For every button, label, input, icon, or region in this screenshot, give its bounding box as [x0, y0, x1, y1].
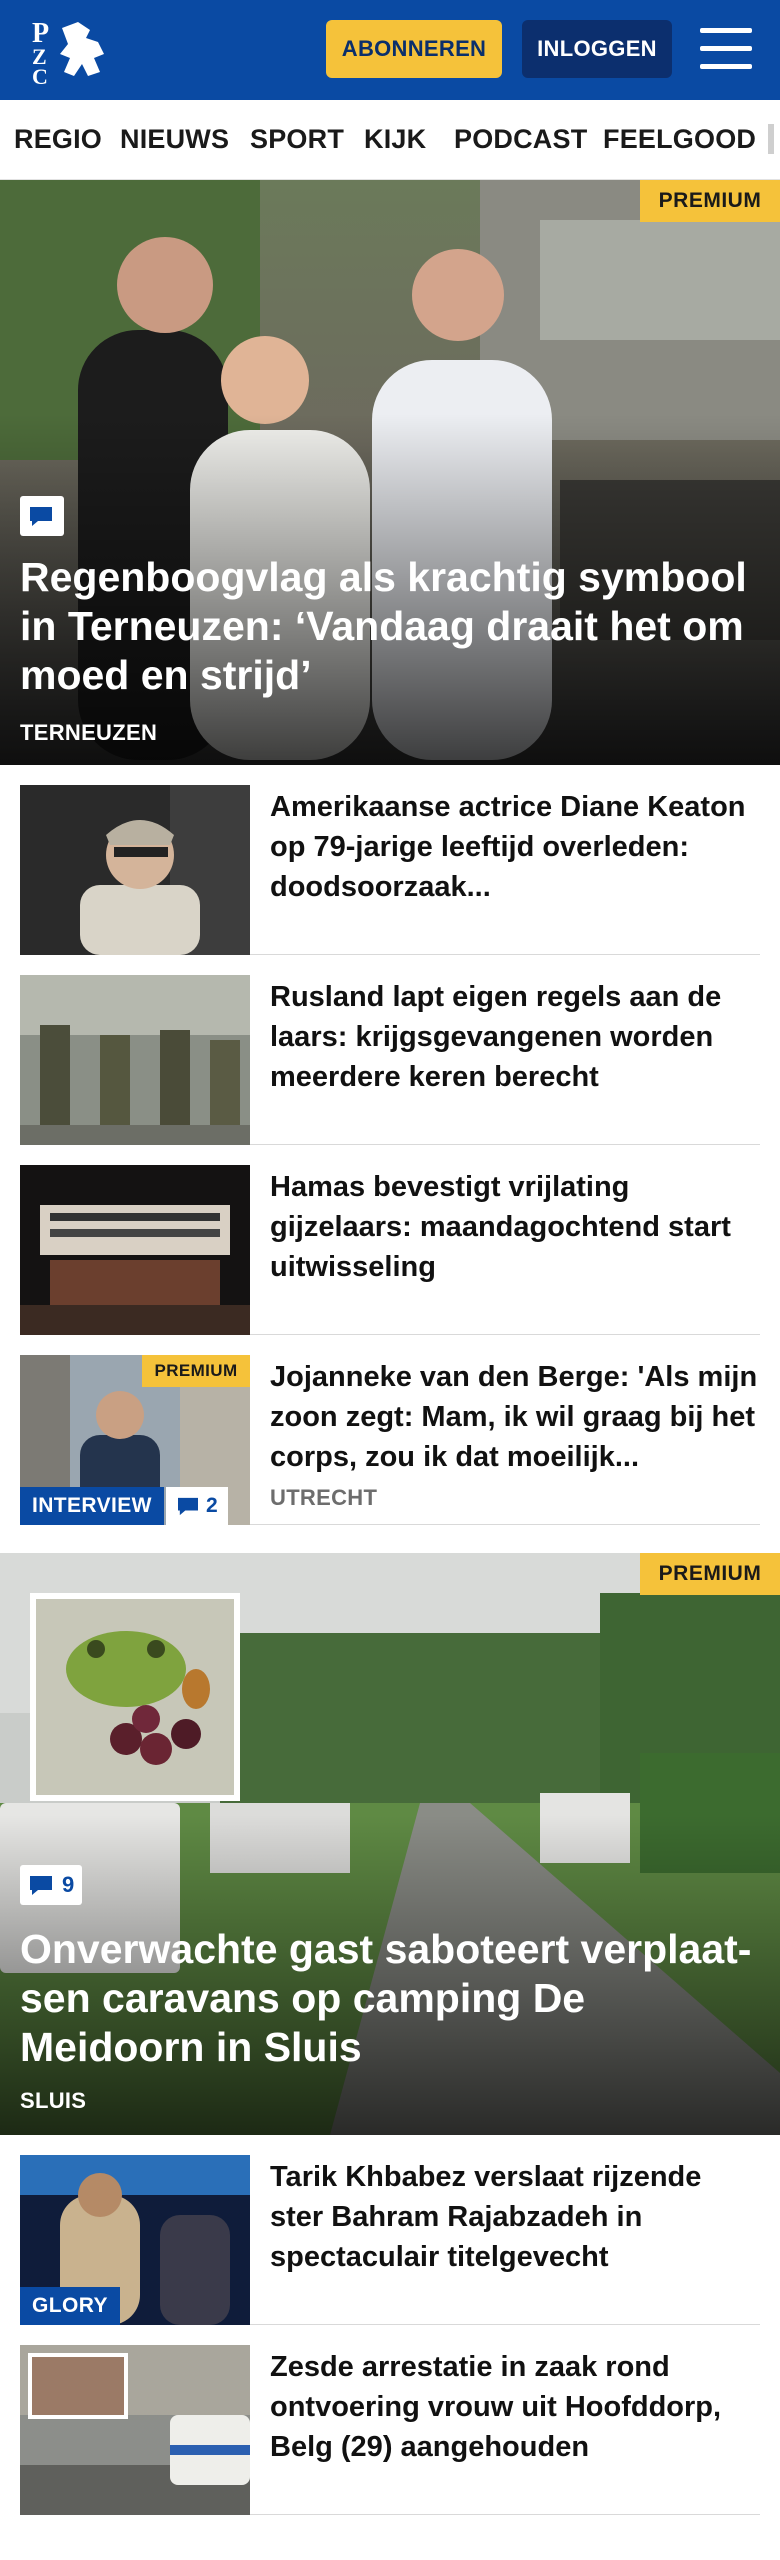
hero-article-camping[interactable]: PREMIUM 9 Onverwachte gast saboteert ver… [0, 1553, 780, 2135]
comment-count: 2 [206, 1494, 218, 1517]
hero-location: SLUIS [20, 2088, 87, 2113]
nav-item-podcast[interactable]: PODCAST [454, 124, 587, 155]
section-nav: REGIO NIEUWS SPORT KIJK PODCAST FEELGOOD [0, 100, 780, 180]
list-item[interactable]: PREMIUM INTERVIEW 2 Jojanneke van den Be… [20, 1335, 760, 1525]
hero-title[interactable]: Regenboogvlag als krachtig symbool in Te… [20, 553, 760, 700]
comment-bubble-icon [30, 1876, 52, 1895]
article-title[interactable]: Amerikaanse actrice Diane Keaton op 79-j… [270, 787, 760, 907]
article-title[interactable]: Hamas bevestigt vrijlating gijzelaars: m… [270, 1167, 760, 1287]
nav-item-regio[interactable]: REGIO [14, 124, 102, 155]
article-thumbnail [20, 975, 250, 1145]
nav-item-sport[interactable]: SPORT [250, 124, 344, 155]
comment-bubble-icon [178, 1497, 198, 1516]
list-item[interactable]: GLORY Tarik Khbabez verslaat rijzende st… [20, 2135, 760, 2325]
article-thumbnail [20, 1165, 250, 1335]
nav-item-kijk[interactable]: KIJK [364, 124, 426, 155]
list-item[interactable]: Hamas bevestigt vrijlating gijzelaars: m… [20, 1145, 760, 1335]
nav-item-feelgood[interactable]: FEELGOOD [603, 124, 756, 155]
article-thumbnail [20, 785, 250, 955]
hamburger-menu-icon[interactable] [700, 26, 752, 72]
article-tag: INTERVIEW [20, 1487, 164, 1525]
list-item[interactable]: Zesde arrestatie in zaak rond ontvoering… [20, 2325, 760, 2515]
article-title[interactable]: Jojanneke van den Berge: 'Als mijn zoon … [270, 1357, 760, 1477]
subscribe-button[interactable]: ABONNEREN [326, 20, 502, 78]
comments-badge[interactable]: 9 [20, 1865, 83, 1905]
article-thumbnail: PREMIUM INTERVIEW 2 [20, 1355, 250, 1525]
article-location: UTRECHT [270, 1485, 378, 1510]
article-title[interactable]: Zesde arrestatie in zaak rond ontvoering… [270, 2347, 760, 2467]
article-title[interactable]: Tarik Khbabez verslaat rijzende ster Bah… [270, 2157, 760, 2277]
hero-title[interactable]: Onverwachte gast saboteert verplaat­sen … [20, 1925, 760, 2072]
list-item[interactable]: Amerikaanse actrice Diane Keaton op 79-j… [20, 765, 760, 955]
article-thumbnail: GLORY [20, 2155, 250, 2325]
comment-bubble-icon [30, 507, 52, 526]
nav-item-nieuws[interactable]: NIEUWS [120, 124, 229, 155]
hero-location: TERNEUZEN [20, 720, 158, 745]
article-title[interactable]: Rusland lapt eigen regels aan de laars: … [270, 977, 760, 1097]
list-item[interactable]: Rusland lapt eigen regels aan de laars: … [20, 955, 760, 1145]
comments-badge[interactable]: 2 [166, 1487, 228, 1525]
hero-article-regenboogvlag[interactable]: PREMIUM Regenboogvlag als krachtig symbo… [0, 180, 780, 765]
article-tag: GLORY [20, 2287, 120, 2325]
comments-badge[interactable] [20, 496, 64, 536]
premium-badge: PREMIUM [640, 1553, 780, 1595]
svg-text:C: C [32, 64, 48, 86]
login-button[interactable]: INLOGGEN [522, 20, 672, 78]
premium-badge: PREMIUM [142, 1355, 250, 1387]
premium-badge: PREMIUM [640, 180, 780, 222]
inset-photo [30, 1593, 240, 1801]
site-header: P Z C ABONNEREN INLOGGEN [0, 0, 780, 100]
article-thumbnail [20, 2345, 250, 2515]
pzc-logo[interactable]: P Z C [28, 14, 118, 89]
nav-overflow-hint [768, 124, 774, 154]
comment-count: 9 [62, 1872, 75, 1897]
